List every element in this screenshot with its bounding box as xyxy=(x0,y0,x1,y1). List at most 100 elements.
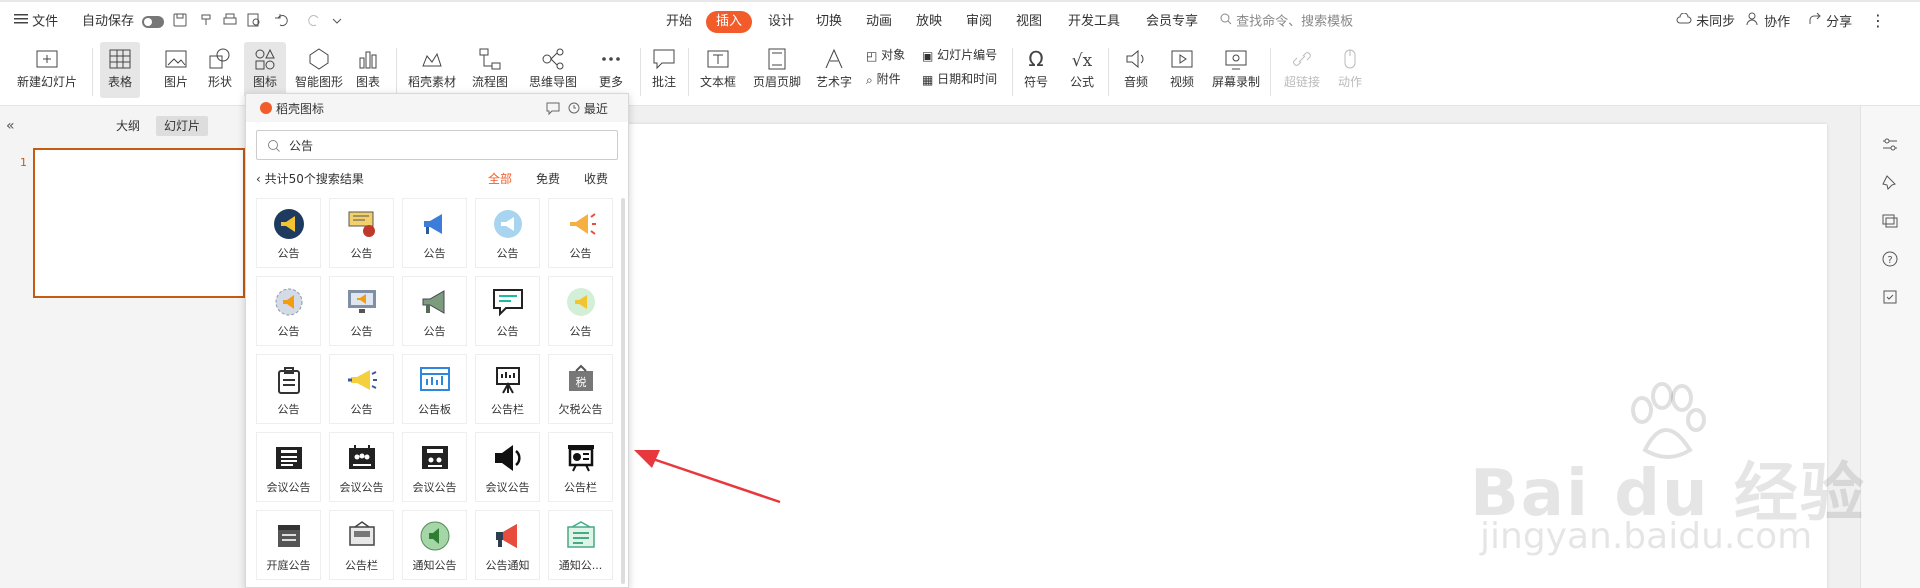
icon-result-item[interactable]: 公告栏 xyxy=(329,510,394,580)
shape-button[interactable]: 形状 xyxy=(200,42,240,98)
textbox-button[interactable]: 文本框 xyxy=(694,42,742,98)
share-button[interactable]: 分享 xyxy=(1808,12,1852,33)
formula-button[interactable]: √x 公式 xyxy=(1064,42,1100,98)
panel-scrollbar[interactable] xyxy=(621,198,625,584)
icon-result-item[interactable]: 通知公告 xyxy=(402,510,467,580)
assets-button[interactable]: 稻壳素材 xyxy=(404,42,460,98)
icon-result-item[interactable]: 公告 xyxy=(329,198,394,268)
icon-result-item[interactable]: 公告 xyxy=(402,198,467,268)
textbox-label: 文本框 xyxy=(699,75,736,89)
tab-slideshow[interactable]: 放映 xyxy=(912,11,946,33)
collapse-pane-icon[interactable]: « xyxy=(6,118,15,134)
datetime-button[interactable]: ▦ 日期和时间 xyxy=(922,70,997,89)
icon-result-item[interactable]: 公告 xyxy=(475,276,540,346)
icon-result-item[interactable]: 公告 xyxy=(548,198,613,268)
icon-result-item[interactable]: 公告 xyxy=(256,276,321,346)
icon-result-item[interactable]: 公告 xyxy=(475,198,540,268)
object-button[interactable]: ◰ 对象 xyxy=(866,46,905,65)
tab-member[interactable]: 会员专享 xyxy=(1142,11,1202,33)
new-slide-button[interactable]: 新建幻灯片 xyxy=(10,42,84,98)
comment-button[interactable]: 批注 xyxy=(648,42,680,98)
header-footer-button[interactable]: 页眉页脚 xyxy=(752,42,802,98)
tab-view[interactable]: 视图 xyxy=(1012,11,1046,33)
collab-button[interactable]: 协作 xyxy=(1746,12,1790,33)
mindmap-button[interactable]: 思维导图 xyxy=(524,42,582,98)
icon-result-item[interactable]: 税欠税公告 xyxy=(548,354,613,424)
slide-thumbnail[interactable] xyxy=(33,148,245,298)
icon-result-item[interactable]: 开庭公告 xyxy=(256,510,321,580)
chat-icon[interactable] xyxy=(546,101,560,116)
formula-icon: √x xyxy=(1072,51,1093,71)
save-icon[interactable] xyxy=(172,12,192,32)
tab-review[interactable]: 审阅 xyxy=(962,11,996,33)
sliders-icon[interactable] xyxy=(1881,136,1901,156)
autosave-toggle[interactable] xyxy=(142,15,165,28)
flowchart-button[interactable]: 流程图 xyxy=(468,42,512,98)
megaphone-red-icon xyxy=(495,524,517,548)
filter-all[interactable]: 全部 xyxy=(488,170,512,187)
icon-result-item[interactable]: 公告 xyxy=(548,276,613,346)
result-count[interactable]: ‹ 共计50个搜索结果 xyxy=(256,170,364,187)
audio-button[interactable]: 音频 xyxy=(1116,42,1156,98)
recent-button[interactable]: 最近 xyxy=(568,100,608,117)
icon-search-input[interactable] xyxy=(289,135,609,155)
icon-result-label: 会议公告 xyxy=(339,481,384,494)
sync-status[interactable]: 未同步 xyxy=(1676,12,1735,33)
customize-dropdown-icon[interactable] xyxy=(332,12,352,32)
help-icon[interactable]: ? xyxy=(1881,250,1901,270)
megaphone-bubble-icon xyxy=(566,288,595,316)
command-search[interactable]: 查找命令、搜索模板 xyxy=(1220,12,1353,33)
slide-number-button[interactable]: ▣ 幻灯片编号 xyxy=(922,46,997,65)
icon-result-item[interactable]: 公告 xyxy=(329,354,394,424)
filter-paid[interactable]: 收费 xyxy=(584,170,608,187)
icon-result-item[interactable]: 公告 xyxy=(256,354,321,424)
more-options-icon[interactable]: ⋮ xyxy=(1870,12,1886,30)
icon-result-item[interactable]: 公告 xyxy=(256,198,321,268)
screen-record-button[interactable]: 屏幕录制 xyxy=(1210,42,1262,98)
action-button[interactable]: 动作 xyxy=(1334,42,1366,98)
icon-result-item[interactable]: 会议公告 xyxy=(256,432,321,502)
smart-shape-button[interactable]: 智能图形 xyxy=(294,42,344,98)
chart-button[interactable]: 图表 xyxy=(350,42,386,98)
icon-result-item[interactable]: 通知公... xyxy=(548,510,613,580)
slide-switch-icon[interactable] xyxy=(1881,212,1901,232)
icon-result-item[interactable]: 公告 xyxy=(402,276,467,346)
pin-icon[interactable] xyxy=(1881,174,1901,194)
checklist-icon[interactable] xyxy=(1881,288,1901,308)
tab-developer[interactable]: 开发工具 xyxy=(1064,11,1124,33)
print-icon[interactable] xyxy=(222,12,242,32)
attachment-button[interactable]: ⌕ 附件 xyxy=(866,70,901,89)
icon-search-box[interactable] xyxy=(256,130,618,160)
more-button[interactable]: 更多 xyxy=(592,42,630,98)
tab-home[interactable]: 开始 xyxy=(662,11,696,33)
tab-insert[interactable]: 插入 xyxy=(706,11,753,33)
autosave[interactable]: 自动保存 xyxy=(82,12,165,32)
undo-icon[interactable] xyxy=(274,12,294,32)
more-dots-icon xyxy=(602,57,620,61)
icon-result-item[interactable]: 公告栏 xyxy=(475,354,540,424)
tab-animation[interactable]: 动画 xyxy=(862,11,896,33)
icon-result-item[interactable]: 会议公告 xyxy=(475,432,540,502)
icon-result-item[interactable]: 公告通知 xyxy=(475,510,540,580)
symbol-button[interactable]: Ω 符号 xyxy=(1018,42,1054,98)
icon-result-item[interactable]: 会议公告 xyxy=(329,432,394,502)
filter-free[interactable]: 免费 xyxy=(536,170,560,187)
icon-button[interactable]: 图标 xyxy=(244,42,286,98)
tab-slides[interactable]: 幻灯片 xyxy=(156,116,209,136)
icon-result-item[interactable]: 公告 xyxy=(329,276,394,346)
print-preview-icon[interactable] xyxy=(246,12,266,32)
picture-button[interactable]: 图片 xyxy=(156,42,196,98)
icon-result-item[interactable]: 公告栏 xyxy=(548,432,613,502)
format-painter-icon[interactable] xyxy=(198,12,218,32)
icon-result-item[interactable]: 公告板 xyxy=(402,354,467,424)
icon-result-item[interactable]: 会议公告 xyxy=(402,432,467,502)
wordart-button[interactable]: 艺术字 xyxy=(810,42,858,98)
tab-design[interactable]: 设计 xyxy=(764,11,798,33)
tab-outline[interactable]: 大纲 xyxy=(108,116,148,136)
file-menu[interactable]: 文件 xyxy=(14,12,58,32)
video-button[interactable]: 视频 xyxy=(1162,42,1202,98)
tab-transition[interactable]: 切换 xyxy=(812,11,846,33)
redo-icon[interactable] xyxy=(306,12,326,32)
hyperlink-button[interactable]: 超链接 xyxy=(1278,42,1326,98)
table-button[interactable]: 表格 xyxy=(100,42,140,98)
